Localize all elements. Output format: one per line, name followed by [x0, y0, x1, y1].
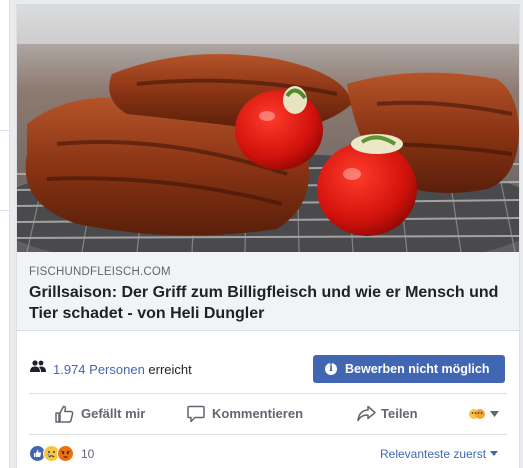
like-button[interactable]: Gefällt mir	[55, 394, 155, 434]
link-headline[interactable]: Grillsaison: Der Griff zum Billigfleisch…	[29, 282, 509, 324]
boost-button[interactable]: i Bewerben nicht möglich	[313, 355, 505, 383]
comment-icon	[187, 405, 205, 423]
comment-label: Kommentieren	[212, 406, 304, 421]
post-footer: 10 Relevanteste zuerst	[17, 436, 519, 468]
people-icon	[30, 360, 46, 372]
boost-button-label: Bewerben nicht möglich	[345, 362, 490, 376]
angry-reaction-icon[interactable]	[57, 445, 74, 462]
comment-button[interactable]: Kommentieren	[187, 394, 317, 434]
link-preview-meta[interactable]: FISCHUNDFLEISCH.COM Grillsaison: Der Gri…	[17, 252, 519, 331]
chevron-down-icon	[490, 451, 499, 456]
reach-bar: 1.974 Personen erreicht i Bewerben nicht…	[17, 349, 519, 393]
comment-sort-label: Relevanteste zuerst	[380, 447, 487, 461]
reach-count-link[interactable]: 1.974 Personen	[53, 362, 145, 377]
left-column-divider	[0, 210, 9, 211]
smiley-faces-icon	[469, 409, 485, 419]
left-column-divider	[0, 130, 9, 131]
post-card: FISCHUNDFLEISCH.COM Grillsaison: Der Gri…	[16, 4, 520, 468]
chevron-down-icon	[490, 411, 499, 417]
info-icon: i	[325, 363, 337, 375]
reach-suffix: erreicht	[148, 362, 192, 377]
reaction-count[interactable]: 10	[81, 447, 94, 461]
reach-text: 1.974 Personen erreicht	[53, 362, 192, 377]
share-icon	[357, 405, 376, 422]
link-domain: FISCHUNDFLEISCH.COM	[29, 266, 171, 278]
actions-divider-bottom	[29, 434, 507, 435]
share-label: Teilen	[381, 406, 418, 421]
like-label: Gefällt mir	[81, 406, 146, 421]
comment-sort-dropdown[interactable]: Relevanteste zuerst	[380, 447, 499, 461]
thumbs-up-icon	[55, 405, 74, 423]
left-column-edge	[0, 0, 10, 468]
link-preview-image[interactable]	[17, 4, 519, 252]
action-bar: Gefällt mir Kommentieren Teilen	[17, 394, 519, 434]
share-button[interactable]: Teilen	[357, 394, 427, 434]
